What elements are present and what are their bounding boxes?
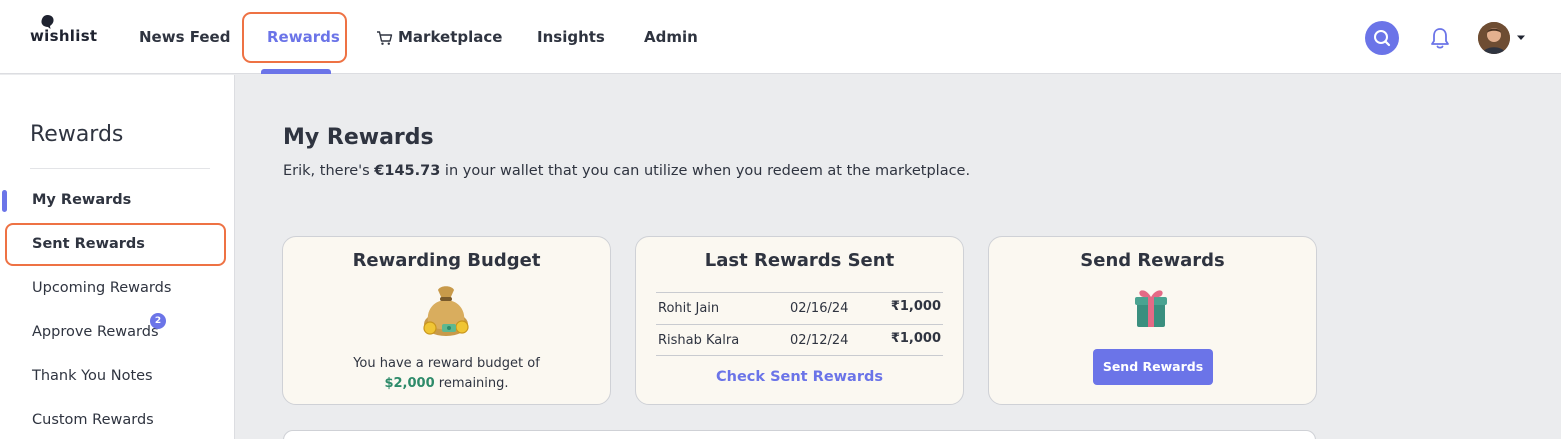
check-sent-rewards-link[interactable]: Check Sent Rewards xyxy=(636,369,963,385)
reward-date: 02/12/24 xyxy=(790,333,849,348)
sidebar-item-my-rewards[interactable]: My Rewards xyxy=(32,192,131,208)
user-avatar[interactable] xyxy=(1478,22,1510,54)
money-bag-icon xyxy=(423,286,469,336)
rewarding-budget-card: Rewarding Budget You have a reward budge… xyxy=(282,236,611,405)
sidebar-active-indicator xyxy=(2,190,7,212)
top-nav-bar: wishlist News Feed Rewards Marketplace I… xyxy=(0,0,1561,74)
sidebar-item-upcoming-rewards[interactable]: Upcoming Rewards xyxy=(32,280,171,296)
wallet-message: Erik, there's €145.73 in your wallet tha… xyxy=(283,163,970,179)
nav-rewards-highlight xyxy=(242,12,347,63)
budget-amount: $2,000 xyxy=(384,376,435,391)
last-sent-card-title: Last Rewards Sent xyxy=(704,250,895,271)
send-rewards-button[interactable]: Send Rewards xyxy=(1093,349,1213,385)
budget-text-line-2: $2,000 remaining. xyxy=(283,374,610,394)
nav-news-feed[interactable]: News Feed xyxy=(139,28,230,46)
last-rewards-sent-card: Last Rewards Sent Rohit Jain 02/16/24 ₹1… xyxy=(635,236,964,405)
sidebar: Rewards My Rewards Sent Rewards Upcoming… xyxy=(0,75,235,439)
reward-date: 02/16/24 xyxy=(790,301,849,316)
wishlist-logo[interactable]: wishlist xyxy=(30,15,98,55)
last-rewards-table: Rohit Jain 02/16/24 ₹1,000 Rishab Kalra … xyxy=(656,292,943,356)
wallet-message-prefix: Erik, there's xyxy=(283,163,375,179)
recipient-name: Rishab Kalra xyxy=(658,333,740,348)
avatar-image xyxy=(1478,22,1510,54)
budget-description: You have a reward budget of $2,000 remai… xyxy=(283,354,610,394)
nav-insights[interactable]: Insights xyxy=(537,28,605,46)
sidebar-item-custom-rewards[interactable]: Custom Rewards xyxy=(32,412,154,428)
sidebar-item-sent-rewards[interactable]: Sent Rewards xyxy=(32,236,145,252)
search-icon xyxy=(1374,30,1391,47)
chevron-down-icon[interactable] xyxy=(1516,34,1526,42)
sidebar-divider xyxy=(30,168,210,169)
send-card-title: Send Rewards xyxy=(1080,250,1225,271)
budget-card-title: Rewarding Budget xyxy=(352,250,541,271)
budget-text-line-1: You have a reward budget of xyxy=(353,356,540,371)
approve-rewards-badge: 2 xyxy=(150,313,166,329)
nav-admin[interactable]: Admin xyxy=(644,28,698,46)
send-rewards-card: Send Rewards Send Rewards xyxy=(988,236,1317,405)
search-button[interactable] xyxy=(1365,21,1399,55)
reward-amount: ₹1,000 xyxy=(890,299,941,314)
wallet-message-suffix: in your wallet that you can utilize when… xyxy=(440,163,971,179)
page-title: My Rewards xyxy=(283,125,434,150)
table-row: Rohit Jain 02/16/24 ₹1,000 xyxy=(656,292,943,324)
budget-text-remaining: remaining. xyxy=(434,376,509,391)
table-row: Rishab Kalra 02/12/24 ₹1,000 xyxy=(656,324,943,356)
sidebar-item-thank-you-notes[interactable]: Thank You Notes xyxy=(32,368,153,384)
nav-marketplace[interactable]: Marketplace xyxy=(398,28,502,46)
wallet-amount: €145.73 xyxy=(374,163,441,179)
reward-amount: ₹1,000 xyxy=(890,331,941,346)
bell-icon[interactable] xyxy=(1429,26,1451,50)
sidebar-title: Rewards xyxy=(30,122,124,147)
next-section-card xyxy=(283,430,1316,439)
recipient-name: Rohit Jain xyxy=(658,301,720,316)
sidebar-item-approve-rewards[interactable]: Approve Rewards xyxy=(32,324,159,340)
cart-icon xyxy=(377,31,393,45)
gift-icon xyxy=(1135,290,1167,327)
nav-active-indicator xyxy=(261,69,331,74)
logo-text: wishlist xyxy=(30,27,98,45)
